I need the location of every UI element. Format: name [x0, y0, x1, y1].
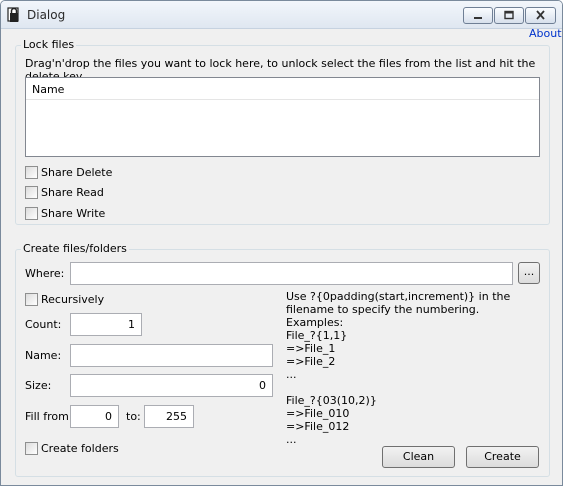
fill-from-label: Fill from:: [25, 410, 73, 423]
numbering-help-text: Use ?{0padding(start,increment)} in the …: [286, 290, 511, 446]
close-button[interactable]: [525, 7, 556, 24]
lock-app-icon: [7, 7, 19, 22]
size-label: Size:: [25, 379, 52, 392]
name-label: Name:: [25, 349, 62, 362]
about-link[interactable]: About: [529, 27, 562, 40]
checkbox-box[interactable]: [25, 441, 38, 455]
share-write-checkbox[interactable]: Share Write: [25, 205, 105, 221]
create-button[interactable]: Create: [466, 446, 539, 468]
recursively-label: Recursively: [41, 292, 105, 306]
fill-from-input[interactable]: [70, 405, 119, 428]
dialog-window: Dialog About Lock files Drag'n'drop the …: [0, 0, 563, 486]
minimize-icon: [474, 17, 482, 19]
lock-files-group-title: Lock files: [21, 38, 77, 51]
browse-button[interactable]: ...: [518, 262, 540, 284]
fill-to-input[interactable]: [144, 405, 194, 428]
create-folders-label: Create folders: [41, 441, 119, 455]
minimize-button[interactable]: [463, 7, 493, 24]
checkbox-box[interactable]: [25, 206, 38, 220]
checkbox-box[interactable]: [25, 165, 38, 179]
share-read-label: Share Read: [41, 185, 104, 199]
where-label: Where:: [25, 267, 65, 280]
list-column-header-name[interactable]: Name: [26, 78, 539, 100]
title-bar[interactable]: Dialog: [1, 1, 562, 29]
maximize-button[interactable]: [494, 7, 524, 24]
checkbox-box[interactable]: [25, 292, 38, 306]
locked-files-list[interactable]: Name: [25, 77, 540, 157]
list-column-header-label: Name: [32, 83, 65, 96]
count-label: Count:: [25, 318, 62, 331]
checkbox-box[interactable]: [25, 185, 38, 199]
where-input[interactable]: [70, 262, 513, 285]
count-input[interactable]: [70, 313, 142, 336]
share-read-checkbox[interactable]: Share Read: [25, 184, 104, 200]
share-delete-label: Share Delete: [41, 165, 113, 179]
recursively-checkbox[interactable]: Recursively: [25, 291, 104, 307]
create-files-group-title: Create files/folders: [21, 242, 129, 255]
fill-to-label: to:: [126, 410, 141, 423]
size-input[interactable]: [70, 374, 273, 397]
name-input[interactable]: [70, 344, 273, 367]
share-write-label: Share Write: [41, 206, 106, 220]
share-delete-checkbox[interactable]: Share Delete: [25, 164, 112, 180]
create-folders-checkbox[interactable]: Create folders: [25, 440, 119, 456]
maximize-icon: [504, 10, 514, 20]
window-title: Dialog: [27, 8, 66, 22]
close-icon: [536, 10, 545, 20]
clean-button[interactable]: Clean: [382, 446, 455, 468]
